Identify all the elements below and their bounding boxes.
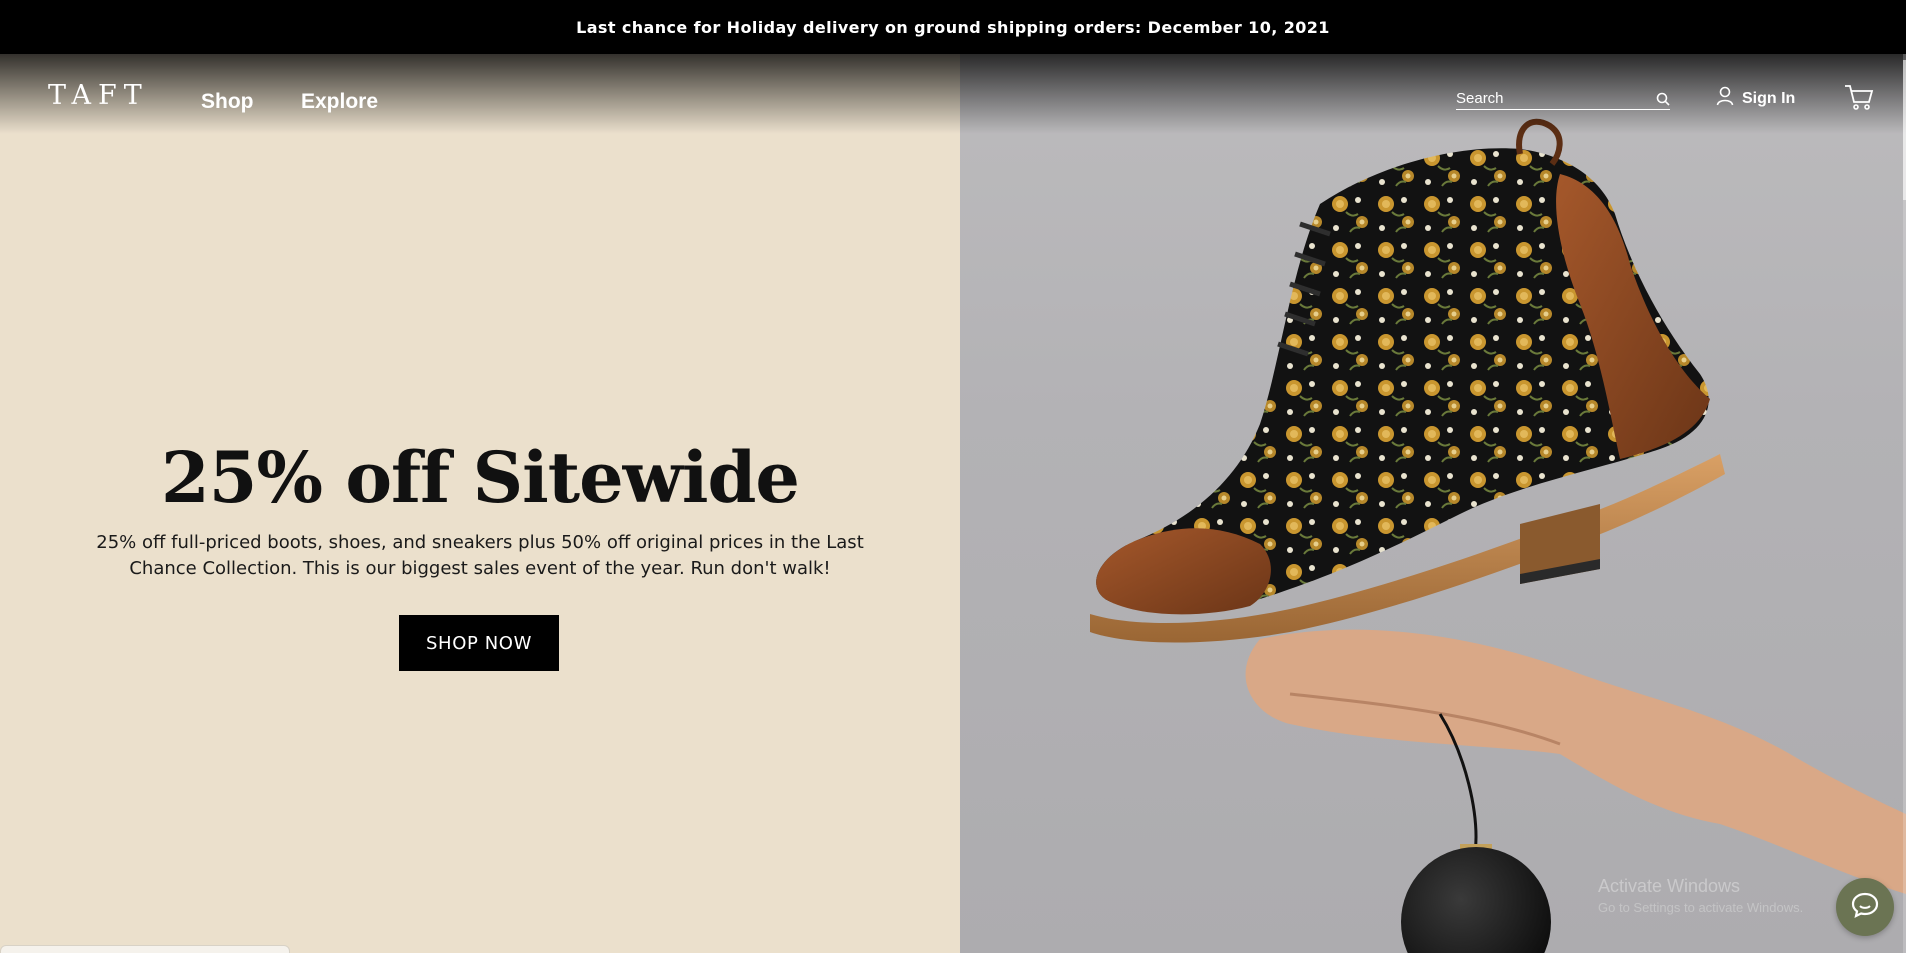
- nav-shop[interactable]: Shop: [201, 90, 254, 114]
- hero-image: [960, 54, 1906, 953]
- sign-in-link[interactable]: Sign In: [1716, 86, 1795, 111]
- hero-description: 25% off full-priced boots, shoes, and sn…: [96, 532, 864, 579]
- activation-watermark: Activate Windows: [1598, 876, 1741, 896]
- search-input[interactable]: [1456, 90, 1655, 107]
- search-icon[interactable]: [1655, 90, 1670, 108]
- user-icon: [1716, 86, 1734, 111]
- announcement-text: Last chance for Holiday delivery on grou…: [576, 17, 1330, 37]
- boot-illustration: [1090, 118, 1906, 953]
- shop-now-button[interactable]: SHOP NOW: [399, 615, 559, 671]
- search-bar: [1456, 88, 1670, 110]
- cart-icon[interactable]: [1844, 83, 1874, 111]
- bottom-tab[interactable]: [0, 945, 290, 953]
- announcement-bar: Last chance for Holiday delivery on grou…: [0, 0, 1906, 54]
- hero-headline: 25% off Sitewide: [161, 436, 800, 519]
- site-logo[interactable]: TAFT: [48, 80, 149, 111]
- activation-watermark-sub: Go to Settings to activate Windows.: [1598, 900, 1804, 915]
- chat-button[interactable]: [1836, 878, 1894, 936]
- chat-bubble-icon: [1850, 890, 1880, 925]
- nav-explore[interactable]: Explore: [301, 90, 378, 114]
- sign-in-label: Sign In: [1742, 89, 1796, 107]
